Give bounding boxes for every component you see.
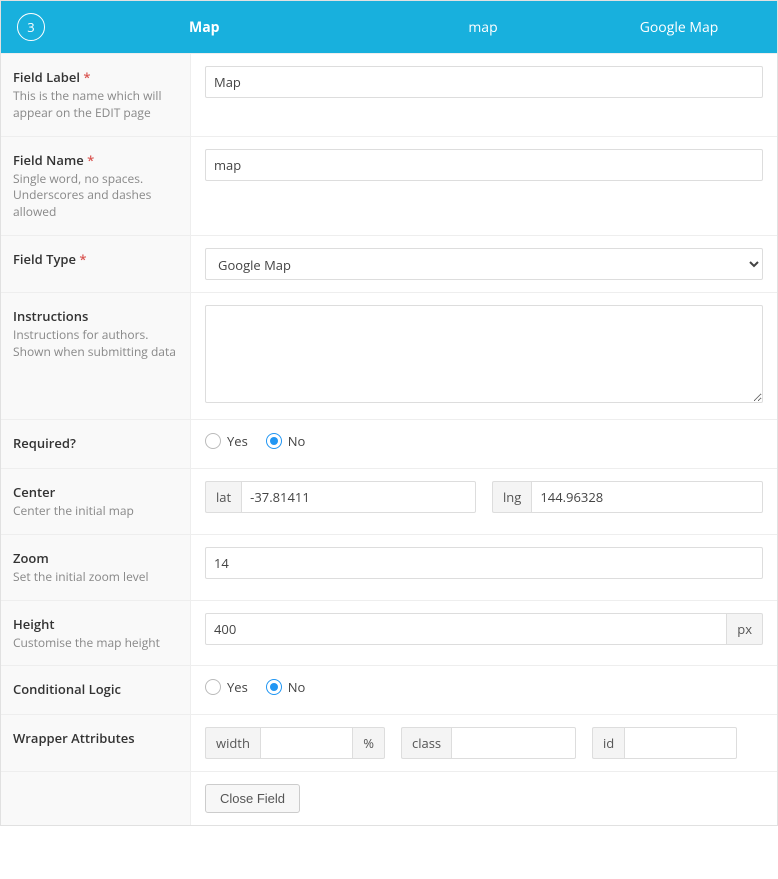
row-conditional-logic: Conditional Logic Yes No: [1, 665, 777, 714]
conditional-radio-group: Yes No: [205, 678, 763, 696]
row-required: Required? Yes No: [1, 419, 777, 468]
center-lng-group: lng: [492, 481, 763, 513]
center-lat-group: lat: [205, 481, 476, 513]
center-hint: Center the initial map: [13, 503, 178, 520]
field-order-badge[interactable]: 3: [17, 13, 45, 41]
height-hint: Customise the map height: [13, 635, 178, 652]
row-center: Center Center the initial map lat lng: [1, 468, 777, 534]
center-lng-input[interactable]: [531, 481, 763, 513]
field-name-input[interactable]: [205, 149, 763, 181]
row-wrapper-attributes: Wrapper Attributes width % class id: [1, 714, 777, 771]
width-unit-label: %: [353, 727, 385, 759]
conditional-title: Conditional Logic: [13, 680, 178, 698]
radio-icon: [266, 679, 282, 695]
zoom-title: Zoom: [13, 549, 178, 567]
row-zoom: Zoom Set the initial zoom level: [1, 534, 777, 600]
field-header[interactable]: 3 Map map Google Map: [1, 1, 777, 53]
wrapper-title: Wrapper Attributes: [13, 729, 178, 747]
row-height: Height Customise the map height px: [1, 600, 777, 666]
instructions-hint: Instructions for authors. Shown when sub…: [13, 327, 178, 361]
class-addon-label: class: [401, 727, 451, 759]
lng-addon-label: lng: [492, 481, 531, 513]
required-no-option[interactable]: No: [266, 432, 306, 450]
field-label-hint: This is the name which will appear on th…: [13, 88, 178, 122]
conditional-no-option[interactable]: No: [266, 678, 306, 696]
field-editor-panel: 3 Map map Google Map Field Label * This …: [0, 0, 778, 826]
radio-icon: [205, 433, 221, 449]
conditional-yes-option[interactable]: Yes: [205, 678, 248, 696]
header-field-type: Google Map: [581, 18, 777, 37]
height-unit-label: px: [727, 613, 763, 645]
required-marker: *: [83, 68, 90, 86]
row-footer: Close Field: [1, 771, 777, 825]
field-name-title: Field Name *: [13, 151, 178, 169]
zoom-hint: Set the initial zoom level: [13, 569, 178, 586]
required-yes-option[interactable]: Yes: [205, 432, 248, 450]
wrapper-width-group: width %: [205, 727, 385, 759]
required-title: Required?: [13, 434, 178, 452]
close-field-button[interactable]: Close Field: [205, 784, 300, 813]
header-field-label: Map: [61, 18, 385, 37]
wrapper-class-group: class: [401, 727, 576, 759]
instructions-title: Instructions: [13, 307, 178, 325]
height-group: px: [205, 613, 763, 645]
zoom-input[interactable]: [205, 547, 763, 579]
field-type-select[interactable]: Google Map: [205, 248, 763, 280]
field-name-hint: Single word, no spaces. Underscores and …: [13, 171, 178, 221]
radio-icon: [205, 679, 221, 695]
row-field-type: Field Type * Google Map: [1, 235, 777, 292]
radio-icon: [266, 433, 282, 449]
required-radio-group: Yes No: [205, 432, 763, 450]
lat-addon-label: lat: [205, 481, 241, 513]
center-lat-input[interactable]: [241, 481, 476, 513]
height-title: Height: [13, 615, 178, 633]
row-instructions: Instructions Instructions for authors. S…: [1, 292, 777, 419]
required-marker: *: [79, 250, 86, 268]
wrapper-id-group: id: [592, 727, 737, 759]
width-addon-label: width: [205, 727, 260, 759]
field-type-title: Field Type *: [13, 250, 178, 268]
height-input[interactable]: [205, 613, 727, 645]
wrapper-id-input[interactable]: [624, 727, 737, 759]
wrapper-width-input[interactable]: [260, 727, 353, 759]
header-field-name: map: [385, 18, 581, 37]
id-addon-label: id: [592, 727, 624, 759]
center-title: Center: [13, 483, 178, 501]
wrapper-class-input[interactable]: [451, 727, 576, 759]
row-field-name: Field Name * Single word, no spaces. Und…: [1, 136, 777, 235]
instructions-textarea[interactable]: [205, 305, 763, 403]
field-label-title: Field Label *: [13, 68, 178, 86]
field-label-input[interactable]: [205, 66, 763, 98]
row-field-label: Field Label * This is the name which wil…: [1, 53, 777, 136]
required-marker: *: [87, 151, 94, 169]
